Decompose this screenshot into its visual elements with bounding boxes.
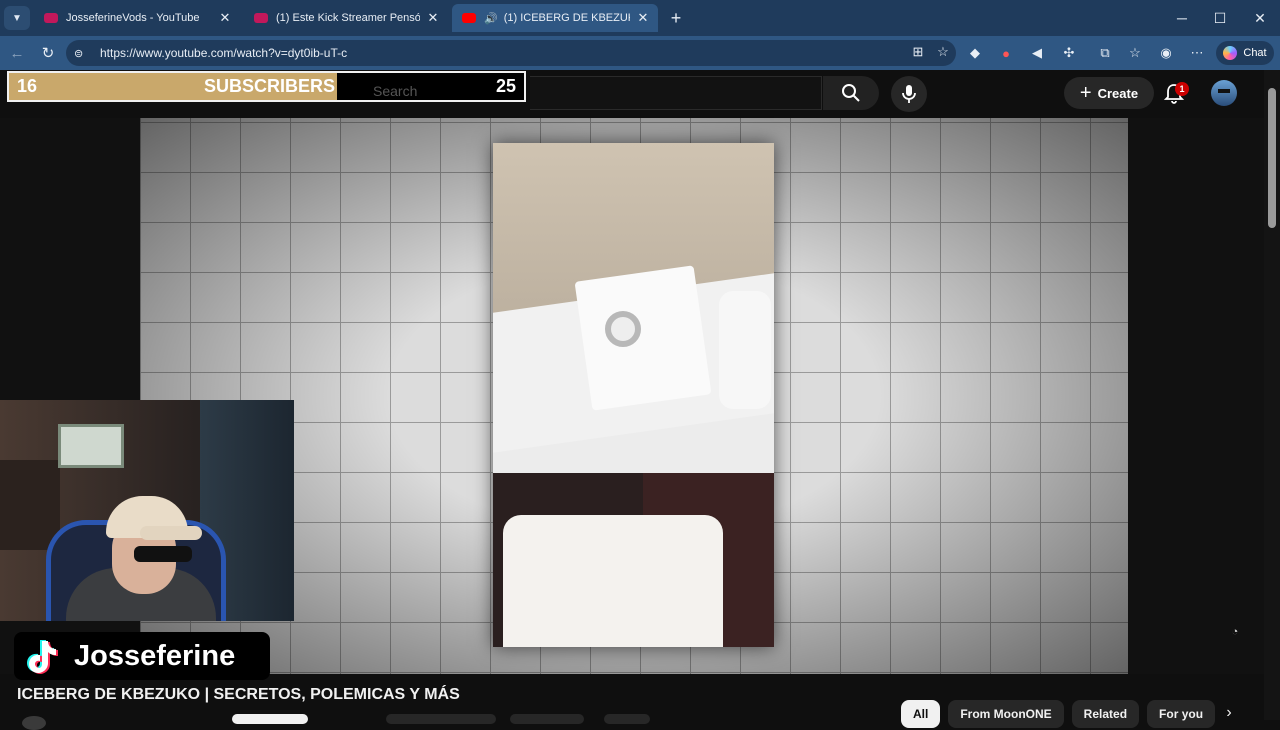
copilot-chat-button[interactable]: Chat bbox=[1216, 41, 1274, 65]
search-placeholder[interactable]: Search bbox=[373, 83, 417, 99]
search-button[interactable] bbox=[823, 76, 879, 110]
webcam-cap-brim bbox=[140, 526, 202, 540]
chip-all[interactable]: All bbox=[901, 700, 941, 728]
webcam-shelf bbox=[0, 460, 60, 550]
app-available-icon[interactable]: ⊞ bbox=[907, 41, 929, 63]
tiktok-handle-overlay: Josseferine bbox=[14, 632, 270, 680]
browser-toolbar: ← ↻ ⊜ https://www.youtube.com/watch?v=dy… bbox=[0, 36, 1280, 70]
url-text: https://www.youtube.com/watch?v=dyt0ib-u… bbox=[100, 46, 348, 60]
tab-josseferinevods[interactable]: JosseferineVods - YouTube ✕ bbox=[34, 4, 240, 32]
streamer-name: Josseferine bbox=[74, 639, 236, 672]
close-window-icon[interactable]: ✕ bbox=[1240, 4, 1280, 32]
tiktok-logo-icon bbox=[27, 640, 58, 674]
chip-for-you[interactable]: For you bbox=[1147, 700, 1216, 728]
subscriber-label: SUBSCRIBERS bbox=[203, 76, 335, 96]
tab-iceberg-kbezuko[interactable]: 🔊 (1) ICEBERG DE KBEZUKO | SE ✕ bbox=[452, 4, 658, 32]
more-actions-button[interactable] bbox=[604, 714, 650, 724]
webcam-sunglasses bbox=[134, 546, 192, 562]
chip-from-moonone[interactable]: From MoonONE bbox=[948, 700, 1064, 728]
subscriber-goal-remaining: Search 25 bbox=[337, 73, 524, 100]
related-filter-chips: All From MoonONE Related For you bbox=[901, 700, 1223, 728]
video-frame-toilet-clip bbox=[493, 143, 774, 647]
subscriber-goal-overlay: 16 SUBSCRIBERS Search 25 bbox=[7, 71, 526, 102]
split-screen-icon[interactable]: ⧉ bbox=[1094, 42, 1116, 64]
youtube-favicon-icon bbox=[462, 13, 476, 23]
channel-watermark-icon[interactable]: ◔ bbox=[1226, 626, 1244, 644]
account-avatar[interactable] bbox=[1211, 80, 1237, 106]
clip-ring bbox=[605, 311, 641, 347]
new-tab-icon[interactable]: + bbox=[664, 6, 688, 30]
subscriber-goal-progress: 16 SUBSCRIBERS bbox=[9, 73, 337, 100]
tab-title: JosseferineVods - YouTube bbox=[66, 12, 200, 24]
close-tab-icon[interactable]: ✕ bbox=[426, 10, 440, 26]
extension-diamond-icon[interactable]: ◆ bbox=[964, 42, 986, 64]
like-button[interactable] bbox=[386, 714, 496, 724]
youtube-favicon-icon bbox=[254, 13, 268, 23]
subscribe-button[interactable] bbox=[232, 714, 308, 724]
search-icon bbox=[842, 84, 860, 102]
scrollbar-thumb[interactable] bbox=[1268, 88, 1276, 228]
browser-tab-strip: ▼ JosseferineVods - YouTube ✕ (1) Este K… bbox=[0, 0, 1280, 36]
tab-list-chevron-icon[interactable]: ▼ bbox=[4, 6, 30, 30]
clip-lid bbox=[574, 265, 712, 411]
tab-title: (1) Este Kick Streamer Pensó Que P bbox=[276, 12, 420, 24]
voice-search-button[interactable] bbox=[891, 76, 927, 112]
tab-title: (1) ICEBERG DE KBEZUKO | SE bbox=[503, 12, 630, 24]
minimize-icon[interactable]: ─ bbox=[1162, 4, 1202, 32]
address-bar[interactable]: ⊜ https://www.youtube.com/watch?v=dyt0ib… bbox=[66, 40, 956, 66]
chip-related[interactable]: Related bbox=[1071, 700, 1140, 728]
clip-seat bbox=[503, 515, 723, 647]
favorite-star-icon[interactable]: ☆ bbox=[932, 41, 954, 63]
microphone-icon bbox=[902, 85, 916, 103]
clip-lid-side bbox=[719, 291, 771, 409]
create-button[interactable]: + Create bbox=[1064, 77, 1154, 109]
tab-kick-streamer[interactable]: (1) Este Kick Streamer Pensó Que P ✕ bbox=[244, 4, 448, 32]
subscriber-count: 16 bbox=[17, 76, 38, 96]
maximize-icon[interactable]: ☐ bbox=[1200, 4, 1240, 32]
webcam-wall-sign bbox=[58, 424, 124, 468]
create-label: Create bbox=[1097, 85, 1139, 101]
site-info-icon[interactable]: ⊜ bbox=[74, 47, 90, 60]
volume-extension-icon[interactable]: ◀ bbox=[1026, 42, 1048, 64]
streamer-webcam bbox=[0, 400, 294, 621]
notification-badge: 1 bbox=[1175, 82, 1189, 96]
chat-label: Chat bbox=[1243, 47, 1267, 59]
favorites-icon[interactable]: ☆ bbox=[1124, 42, 1146, 64]
plus-icon: + bbox=[1079, 81, 1092, 104]
video-title: ICEBERG DE KBEZUKO | SECRETOS, POLEMICAS… bbox=[17, 686, 460, 703]
close-tab-icon[interactable]: ✕ bbox=[636, 10, 650, 26]
extensions-puzzle-icon[interactable]: ✣ bbox=[1058, 42, 1080, 64]
more-menu-icon[interactable]: ⋯ bbox=[1186, 42, 1208, 64]
extension-hand-icon[interactable]: ● bbox=[995, 42, 1017, 64]
back-arrow-icon[interactable]: ← bbox=[5, 41, 29, 65]
share-button[interactable] bbox=[510, 714, 584, 724]
close-tab-icon[interactable]: ✕ bbox=[218, 10, 232, 26]
channel-avatar[interactable] bbox=[22, 716, 46, 730]
copilot-logo-icon bbox=[1223, 46, 1238, 60]
search-input[interactable] bbox=[530, 76, 822, 110]
audio-playing-icon[interactable]: 🔊 bbox=[484, 12, 498, 25]
subscriber-goal: 25 bbox=[495, 76, 516, 96]
profile-icon[interactable]: ◉ bbox=[1155, 42, 1177, 64]
youtube-favicon-icon bbox=[44, 13, 58, 23]
chevron-right-icon[interactable]: › bbox=[1218, 704, 1240, 726]
reload-icon[interactable]: ↻ bbox=[36, 41, 60, 65]
